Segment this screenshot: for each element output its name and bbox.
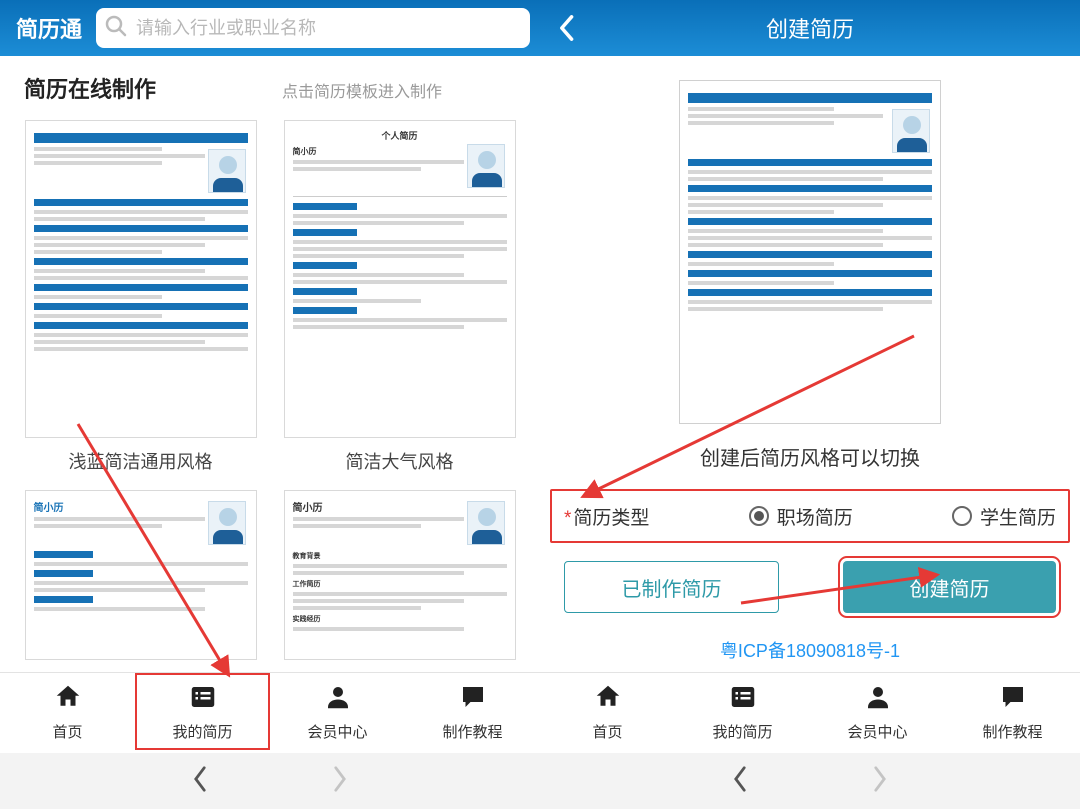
template-card-1[interactable]: [25, 120, 257, 438]
app-title: 简历通: [16, 12, 82, 44]
switch-hint: 创建后简历风格可以切换: [540, 442, 1080, 471]
template-card-2[interactable]: 个人简历 简小历: [284, 120, 516, 438]
radio-work[interactable]: 职场简历: [749, 503, 853, 530]
btn-already-made[interactable]: 已制作简历: [564, 561, 779, 613]
screen-create-resume: 创建简历 创建后简历风格可以切换 *简历类型 职场简历: [540, 0, 1080, 750]
search-box[interactable]: [96, 8, 530, 48]
pager-prev[interactable]: [190, 765, 210, 798]
tab-vip[interactable]: 会员中心: [810, 673, 945, 750]
radio-work-label: 职场简历: [777, 503, 853, 530]
section-header: 简历在线制作 点击简历模板进入制作: [0, 56, 540, 112]
type-label: *简历类型: [564, 503, 649, 530]
search-input[interactable]: [136, 18, 522, 39]
tab-tutorial[interactable]: 制作教程: [945, 673, 1080, 750]
tab-home-label: 首页: [592, 721, 622, 742]
tab-home[interactable]: 首页: [540, 673, 675, 750]
pager-prev[interactable]: [730, 765, 750, 798]
person-icon: [323, 682, 353, 717]
pager-next[interactable]: [870, 765, 890, 798]
pager-bar: [0, 753, 1080, 809]
tab-vip[interactable]: 会员中心: [270, 673, 405, 750]
tab-home-label: 首页: [52, 721, 82, 742]
tab-tutorial[interactable]: 制作教程: [405, 673, 540, 750]
tab-home[interactable]: 首页: [0, 673, 135, 750]
tab-tutorial-label: 制作教程: [982, 721, 1042, 742]
tabbar-right: 首页 我的简历 会员中心 制作教程: [540, 672, 1080, 750]
btn-create-resume[interactable]: 创建简历: [843, 561, 1056, 613]
tab-my-resume-label: 我的简历: [172, 721, 232, 742]
radio-icon: [749, 506, 769, 526]
tab-my-resume[interactable]: 我的简历: [135, 673, 270, 750]
search-icon: [104, 14, 128, 43]
tab-my-resume[interactable]: 我的简历: [675, 673, 810, 750]
template-card-3[interactable]: 简小历: [25, 490, 257, 660]
template-label-1: 浅蓝简洁通用风格: [69, 448, 213, 474]
radio-student[interactable]: 学生简历: [952, 503, 1056, 530]
pager-next[interactable]: [330, 765, 350, 798]
tab-vip-label: 会员中心: [847, 721, 907, 742]
home-icon: [53, 682, 83, 717]
tab-my-resume-label: 我的简历: [712, 721, 772, 742]
back-button[interactable]: [556, 14, 576, 47]
screen-template-list: 简历通 简历在线制作 点击简历模板进入制作: [0, 0, 540, 750]
radio-student-label: 学生简历: [980, 503, 1056, 530]
template-card-4[interactable]: 简小历 教育背景 工作简历 实践经历: [284, 490, 516, 660]
header-left: 简历通: [0, 0, 540, 56]
template-label-2: 简洁大气风格: [346, 448, 454, 474]
home-icon: [593, 682, 623, 717]
header-right: 创建简历: [540, 0, 1080, 56]
list-icon: [728, 682, 758, 717]
template-grid: 浅蓝简洁通用风格 个人简历 简小历 简洁大气风格: [0, 112, 540, 672]
section-title: 简历在线制作: [24, 72, 156, 104]
tabbar-left: 首页 我的简历 会员中心 制作教程: [0, 672, 540, 750]
resume-type-row: *简历类型 职场简历 学生简历: [550, 489, 1070, 543]
person-icon: [863, 682, 893, 717]
chat-icon: [998, 682, 1028, 717]
section-hint: 点击简历模板进入制作: [208, 78, 516, 102]
header-right-title: 创建简历: [766, 12, 854, 44]
tab-vip-label: 会员中心: [307, 721, 367, 742]
tab-tutorial-label: 制作教程: [442, 721, 502, 742]
template-2-inner-title: 个人简历: [293, 129, 507, 142]
resume-preview[interactable]: [679, 80, 941, 424]
chat-icon: [458, 682, 488, 717]
radio-icon: [952, 506, 972, 526]
list-icon: [188, 682, 218, 717]
icp-link[interactable]: 粤ICP备18090818号-1: [540, 637, 1080, 663]
